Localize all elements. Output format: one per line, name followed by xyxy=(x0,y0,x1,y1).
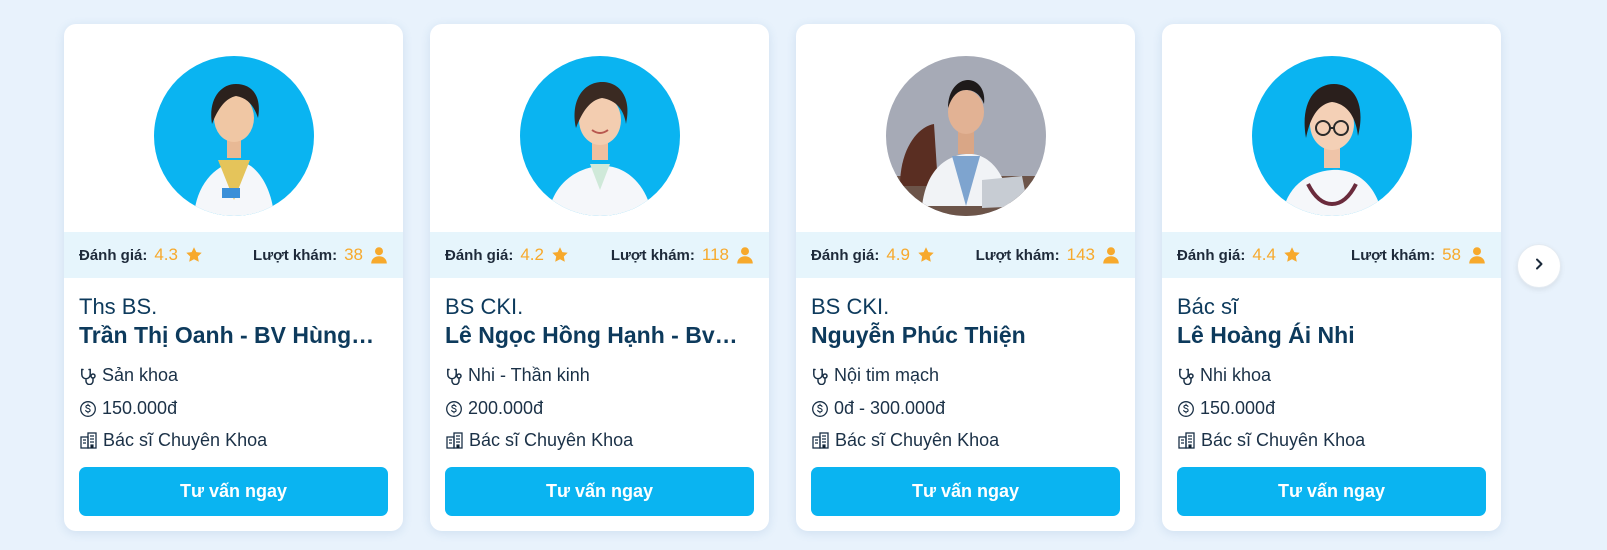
price-text: 0đ - 300.000đ xyxy=(834,398,946,418)
chevron-right-icon xyxy=(1532,257,1546,276)
doctor-avatar xyxy=(886,56,1046,216)
specialty-text: Nhi - Thần kinh xyxy=(468,365,590,385)
rating-value: 4.2 xyxy=(520,245,544,264)
visits-label: Lượt khám: xyxy=(975,246,1060,264)
star-icon xyxy=(185,246,203,264)
rating-stat: Đánh giá: 4.2 xyxy=(445,245,569,265)
price-row: 150.000đ xyxy=(1177,398,1275,419)
consult-now-button[interactable]: Tư vấn ngay xyxy=(1177,467,1486,516)
specialty-text: Nhi khoa xyxy=(1200,365,1272,385)
stethoscope-icon xyxy=(1177,367,1195,385)
star-icon xyxy=(1283,246,1301,264)
stethoscope-icon xyxy=(445,367,463,385)
hospital-icon xyxy=(1177,431,1196,450)
price-text: 150.000đ xyxy=(102,398,178,418)
dollar-circle-icon xyxy=(1177,400,1195,418)
consult-now-button[interactable]: Tư vấn ngay xyxy=(79,467,388,516)
doctor-type-text: Bác sĩ Chuyên Khoa xyxy=(1201,430,1366,450)
doctor-type-text: Bác sĩ Chuyên Khoa xyxy=(835,430,1000,450)
specialty-row: Nhi khoa xyxy=(1177,365,1271,386)
person-icon xyxy=(370,246,388,264)
doctor-type-row: Bác sĩ Chuyên Khoa xyxy=(445,430,633,451)
rating-label: Đánh giá: xyxy=(79,246,148,264)
hospital-icon xyxy=(445,431,464,450)
rating-label: Đánh giá: xyxy=(811,246,880,264)
dollar-circle-icon xyxy=(811,400,829,418)
price-text: 150.000đ xyxy=(1200,398,1276,418)
visits-label: Lượt khám: xyxy=(1351,246,1436,264)
stats-bar: Đánh giá: 4.4 Lượt khám: 58 xyxy=(1162,232,1501,278)
visits-stat: Lượt khám: 58 xyxy=(1351,245,1486,265)
hospital-icon xyxy=(811,431,830,450)
doctor-type-row: Bác sĩ Chuyên Khoa xyxy=(1177,430,1365,451)
price-row: 150.000đ xyxy=(79,398,177,419)
doctor-card[interactable]: Đánh giá: 4.2 Lượt khám: 118 BS CKI. Lê … xyxy=(430,24,769,531)
specialty-text: Sản khoa xyxy=(102,365,179,385)
doctor-card[interactable]: Đánh giá: 4.9 Lượt khám: 143 BS CKI. Ngu… xyxy=(796,24,1135,531)
dollar-circle-icon xyxy=(445,400,463,418)
doctor-title: Ths BS. xyxy=(79,294,158,319)
stethoscope-icon xyxy=(79,367,97,385)
person-icon xyxy=(1468,246,1486,264)
doctor-card[interactable]: Đánh giá: 4.4 Lượt khám: 58 Bác sĩ Lê Ho… xyxy=(1162,24,1501,531)
doctor-type-row: Bác sĩ Chuyên Khoa xyxy=(79,430,267,451)
doctor-name[interactable]: Lê Hoàng Ái Nhi xyxy=(1177,322,1477,349)
doctor-cards-carousel: Đánh giá: 4.3 Lượt khám: 38 Ths BS. Trần… xyxy=(0,0,1607,550)
doctor-title: BS CKI. xyxy=(445,294,524,319)
stats-bar: Đánh giá: 4.2 Lượt khám: 118 xyxy=(430,232,769,278)
doctor-type-row: Bác sĩ Chuyên Khoa xyxy=(811,430,999,451)
specialty-text: Nội tim mạch xyxy=(834,365,940,385)
visits-stat: Lượt khám: 118 xyxy=(611,245,754,265)
doctor-name[interactable]: Nguyễn Phúc Thiện xyxy=(811,322,1111,349)
dollar-circle-icon xyxy=(79,400,97,418)
consult-now-button[interactable]: Tư vấn ngay xyxy=(811,467,1120,516)
rating-label: Đánh giá: xyxy=(1177,246,1246,264)
visits-label: Lượt khám: xyxy=(253,246,338,264)
visits-stat: Lượt khám: 143 xyxy=(976,245,1120,265)
person-icon xyxy=(736,246,754,264)
person-icon xyxy=(1102,246,1120,264)
doctor-title: Bác sĩ xyxy=(1177,294,1239,319)
rating-value: 4.4 xyxy=(1252,245,1276,264)
visits-value: 58 xyxy=(1442,245,1461,264)
visits-stat: Lượt khám: 38 xyxy=(253,245,388,265)
visits-label: Lượt khám: xyxy=(610,246,695,264)
rating-value: 4.3 xyxy=(154,245,178,264)
consult-now-button[interactable]: Tư vấn ngay xyxy=(445,467,754,516)
price-row: 0đ - 300.000đ xyxy=(811,398,945,419)
visits-value: 118 xyxy=(701,245,729,264)
specialty-row: Nhi - Thần kinh xyxy=(445,365,590,386)
specialty-row: Nội tim mạch xyxy=(811,365,939,386)
rating-value: 4.9 xyxy=(886,245,910,264)
doctor-avatar xyxy=(1252,56,1412,216)
stats-bar: Đánh giá: 4.9 Lượt khám: 143 xyxy=(796,232,1135,278)
stats-bar: Đánh giá: 4.3 Lượt khám: 38 xyxy=(64,232,403,278)
rating-stat: Đánh giá: 4.3 xyxy=(79,245,203,265)
stethoscope-icon xyxy=(811,367,829,385)
doctor-name[interactable]: Trần Thị Oanh - BV Hùng… xyxy=(79,322,379,349)
rating-stat: Đánh giá: 4.9 xyxy=(811,245,935,265)
doctor-title: BS CKI. xyxy=(811,294,890,319)
doctor-name[interactable]: Lê Ngọc Hồng Hạnh - Bv… xyxy=(445,322,745,349)
hospital-icon xyxy=(79,431,98,450)
doctor-avatar xyxy=(520,56,680,216)
doctor-avatar xyxy=(154,56,314,216)
visits-value: 143 xyxy=(1066,245,1095,264)
price-text: 200.000đ xyxy=(468,398,544,418)
price-row: 200.000đ xyxy=(445,398,543,419)
doctor-type-text: Bác sĩ Chuyên Khoa xyxy=(103,430,268,450)
rating-stat: Đánh giá: 4.4 xyxy=(1177,245,1301,265)
carousel-next-button[interactable] xyxy=(1517,244,1561,288)
visits-value: 38 xyxy=(344,245,363,264)
specialty-row: Sản khoa xyxy=(79,365,178,386)
doctor-card[interactable]: Đánh giá: 4.3 Lượt khám: 38 Ths BS. Trần… xyxy=(64,24,403,531)
rating-label: Đánh giá: xyxy=(445,246,514,264)
doctor-type-text: Bác sĩ Chuyên Khoa xyxy=(469,430,634,450)
star-icon xyxy=(917,246,935,264)
star-icon xyxy=(551,246,569,264)
